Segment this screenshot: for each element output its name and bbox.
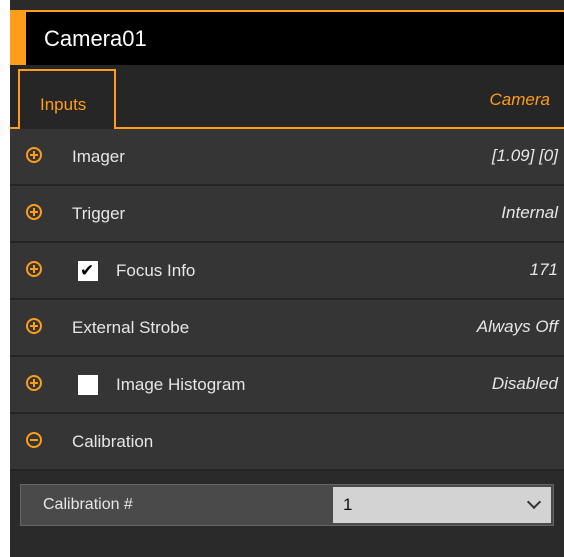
expand-icon[interactable] [26,375,42,391]
row-image-histogram[interactable]: Image Histogram Disabled [10,357,564,414]
chevron-down-icon[interactable] [526,494,542,510]
image-histogram-checkbox[interactable] [78,375,98,395]
checkmark-icon: ✔ [80,261,95,280]
row-focus-info[interactable]: ✔ Focus Info 171 [10,243,564,300]
expand-icon[interactable] [26,318,42,334]
tab-camera-label[interactable]: Camera [490,90,550,110]
row-imager[interactable]: Imager [1.09] [0] [10,129,564,186]
row-value: 171 [529,260,558,279]
camera-panel: Camera01 Inputs Camera Imager [1.09] [0]… [10,0,564,557]
focus-info-checkbox[interactable]: ✔ [78,261,98,281]
expand-icon[interactable] [26,204,42,220]
row-label: Calibration [72,432,154,451]
row-label: External Strobe [72,318,190,337]
row-value: Internal [501,203,558,222]
row-label: Imager [72,147,125,166]
tab-bar: Inputs Camera [10,65,564,129]
expand-icon[interactable] [26,147,42,163]
row-label: Focus Info [116,261,196,280]
calibration-number-value: 1 [343,495,353,514]
row-calibration[interactable]: Calibration [10,414,564,471]
row-value: Always Off [476,317,558,336]
calibration-number-select[interactable]: 1 [333,487,551,523]
row-trigger[interactable]: Trigger Internal [10,186,564,243]
row-value: [1.09] [0] [491,146,558,165]
title-bar: Camera01 [10,10,564,65]
calibration-details: Calibration # 1 [10,472,564,557]
tab-inputs[interactable]: Inputs [18,69,116,129]
row-external-strobe[interactable]: External Strobe Always Off [10,300,564,357]
calibration-number-field: Calibration # 1 [20,484,554,526]
title-accent [10,12,26,65]
row-value: Disabled [491,374,558,393]
tab-inputs-label: Inputs [40,95,87,114]
panel-title: Camera01 [44,26,147,51]
row-label: Trigger [72,204,126,223]
row-label: Image Histogram [116,375,246,394]
expand-icon[interactable] [26,261,42,277]
calibration-number-label: Calibration # [43,496,133,513]
collapse-icon[interactable] [26,432,42,448]
